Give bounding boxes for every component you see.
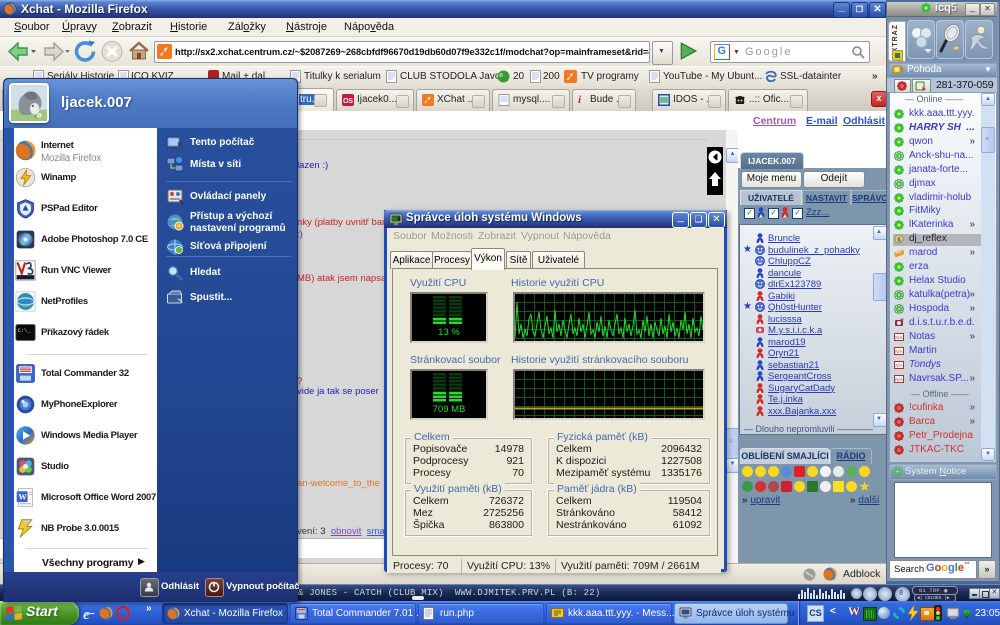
svg-text:OS: OS bbox=[343, 98, 353, 105]
svg-text:C:\_: C:\_ bbox=[18, 327, 32, 334]
svg-text:W: W bbox=[18, 493, 27, 502]
